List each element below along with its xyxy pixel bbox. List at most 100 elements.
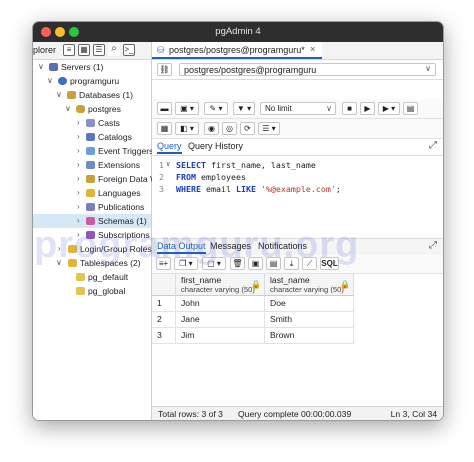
event-triggers-icon (86, 147, 95, 155)
delete-icon[interactable]: 🗑 (230, 257, 245, 270)
row-limit-label: No limit (265, 104, 292, 113)
row-number[interactable]: 1 (152, 296, 176, 312)
table-cell[interactable]: Jane (176, 312, 265, 328)
tree-item-schemas[interactable]: › Schemas (1) (33, 214, 151, 228)
rollback-icon[interactable]: ◎ (222, 122, 237, 135)
close-tab-icon[interactable]: × (310, 44, 315, 54)
save-results-icon[interactable]: ▤ (266, 257, 281, 270)
expand-chevron-icon[interactable]: › (77, 144, 80, 158)
table-cell[interactable]: Brown (265, 328, 354, 344)
copy-icon[interactable]: ❐ ▾ (174, 257, 198, 270)
code-line-2: 2 FROM employees (152, 172, 443, 183)
tree-item-login-group-roles[interactable]: › Login/Group Roles (33, 242, 152, 256)
row-number[interactable]: 3 (152, 328, 176, 344)
execute-icon[interactable]: ▶ (360, 102, 375, 115)
query-tool-tab[interactable]: ⛁ postgres/postgres@programguru* × (152, 42, 322, 59)
expand-chevron-icon[interactable]: › (77, 172, 80, 186)
row-limit-select[interactable]: No limit ∨ (260, 102, 336, 115)
filter-icon[interactable]: ▼ ▾ (233, 102, 255, 115)
object-explorer-tab[interactable]: plorer (33, 45, 56, 55)
expand-chevron-icon[interactable]: › (77, 186, 80, 200)
tree-item-extensions[interactable]: › Extensions (33, 158, 151, 172)
search-icon[interactable]: ⌕ (108, 44, 120, 56)
table-cell[interactable]: John (176, 296, 265, 312)
tab-messages[interactable]: Messages (210, 241, 251, 251)
expand-chevron-icon[interactable]: › (77, 200, 80, 214)
query-tool-icon: ⛁ (157, 45, 165, 55)
list-icon[interactable]: ☰ (93, 44, 105, 56)
table-cell[interactable]: Jim (176, 328, 265, 344)
tree-item-catalogs[interactable]: › Catalogs (33, 130, 151, 144)
fold-chevron-icon[interactable]: ∨ (166, 160, 170, 168)
sql-string: '%@example.com' (255, 184, 336, 194)
tree-item-pg-global[interactable]: pg_global (33, 284, 151, 298)
sql-text: first_name, last_name (205, 160, 316, 170)
expand-chevron-icon[interactable]: ∨ (38, 60, 44, 74)
expand-chevron-icon[interactable]: ∨ (56, 88, 62, 102)
expand-chevron-icon[interactable]: ∨ (47, 74, 53, 88)
tree-item-programguru[interactable]: ∨ programguru (33, 74, 151, 88)
database-icon[interactable]: ≡ (63, 44, 75, 56)
sql-button[interactable]: SQL (320, 257, 339, 270)
tab-notifications[interactable]: Notifications (258, 241, 307, 251)
tree-item-casts[interactable]: › Casts (33, 116, 151, 130)
tree-item-publications[interactable]: › Publications (33, 200, 151, 214)
refresh-icon[interactable]: ⟳ (240, 122, 255, 135)
tab-query[interactable]: Query (157, 141, 182, 154)
explain-icon[interactable]: ▤ (403, 102, 418, 115)
expand-icon[interactable]: ⤢ (429, 240, 437, 251)
expand-chevron-icon[interactable]: ∨ (65, 102, 71, 116)
row-number[interactable]: 2 (152, 312, 176, 328)
open-file-icon[interactable]: ▬ (157, 102, 172, 115)
expand-chevron-icon[interactable]: › (77, 214, 80, 228)
expand-chevron-icon[interactable]: › (77, 116, 80, 130)
expand-chevron-icon[interactable]: › (77, 130, 80, 144)
expand-chevron-icon[interactable]: › (77, 158, 80, 172)
expand-icon[interactable]: ⤢ (429, 140, 437, 151)
tree-item-languages[interactable]: › Languages (33, 186, 151, 200)
tree-item-foreign-data[interactable]: › Foreign Data W (33, 172, 158, 186)
tree-item-databases[interactable]: ∨ Databases (1) (33, 88, 151, 102)
terminal-icon[interactable]: >_ (123, 44, 135, 56)
languages-icon (86, 189, 95, 197)
tree-item-tablespaces[interactable]: ∨ Tablespaces (2) (33, 256, 151, 270)
tree-item-subscriptions[interactable]: › Subscriptions (33, 228, 151, 242)
expand-chevron-icon[interactable]: › (77, 228, 80, 242)
table-cell[interactable]: Smith (265, 312, 354, 328)
execute-options-icon[interactable]: ▶ ▾ (378, 102, 400, 115)
column-type: character varying (50) (270, 285, 344, 294)
column-name: last_name (270, 275, 310, 285)
save-icon[interactable]: ▣ ▾ (175, 102, 199, 115)
sql-editor[interactable]: 1 ∨ SELECT first_name, last_name 2 FROM … (152, 156, 443, 236)
tree-item-label: Tablespaces (2) (80, 258, 141, 268)
graph-icon[interactable]: ⟋ (302, 257, 317, 270)
table-cell[interactable]: Doe (265, 296, 354, 312)
title-bar: pgAdmin 4 (33, 22, 443, 42)
add-row-icon[interactable]: ≡+ (156, 257, 171, 270)
column-header-first-name[interactable]: first_name character varying (50) 🔒 (176, 274, 265, 296)
format-icon[interactable]: ◧ ▾ (175, 122, 199, 135)
tree-item-servers[interactable]: ∨ Servers (1) (33, 60, 151, 74)
macro-icon[interactable]: ◉ (204, 122, 219, 135)
download-icon[interactable]: ⤓ (284, 257, 299, 270)
code-line-1: 1 ∨ SELECT first_name, last_name (152, 160, 443, 171)
connection-select[interactable]: postgres/postgres@programguru ∨ (179, 63, 436, 76)
paste-icon[interactable]: ▢ ▾ (202, 257, 226, 270)
table-grid-icon[interactable]: ▦ (78, 44, 90, 56)
tree-item-postgres[interactable]: ∨ postgres (33, 102, 151, 116)
expand-chevron-icon[interactable]: ∨ (56, 256, 62, 270)
tree-item-label: Extensions (98, 160, 141, 170)
expand-chevron-icon[interactable]: › (58, 242, 61, 256)
save-data-icon[interactable]: ▣ (248, 257, 263, 270)
tab-data-output[interactable]: Data Output (157, 241, 206, 254)
column-name: first_name (181, 275, 222, 285)
link-icon[interactable]: ⛓ (157, 63, 172, 76)
tree-item-pg-default[interactable]: pg_default (33, 270, 151, 284)
commit-icon[interactable]: ▦ (157, 122, 172, 135)
list-icon[interactable]: ☰ ▾ (258, 122, 280, 135)
edit-icon[interactable]: ✎ ▾ (204, 102, 228, 115)
tree-item-event-triggers[interactable]: › Event Triggers (33, 144, 153, 158)
stop-icon[interactable]: ■ (342, 102, 357, 115)
column-header-last-name[interactable]: last_name character varying (50) 🔒 (265, 274, 354, 296)
tab-query-history[interactable]: Query History (188, 141, 243, 151)
